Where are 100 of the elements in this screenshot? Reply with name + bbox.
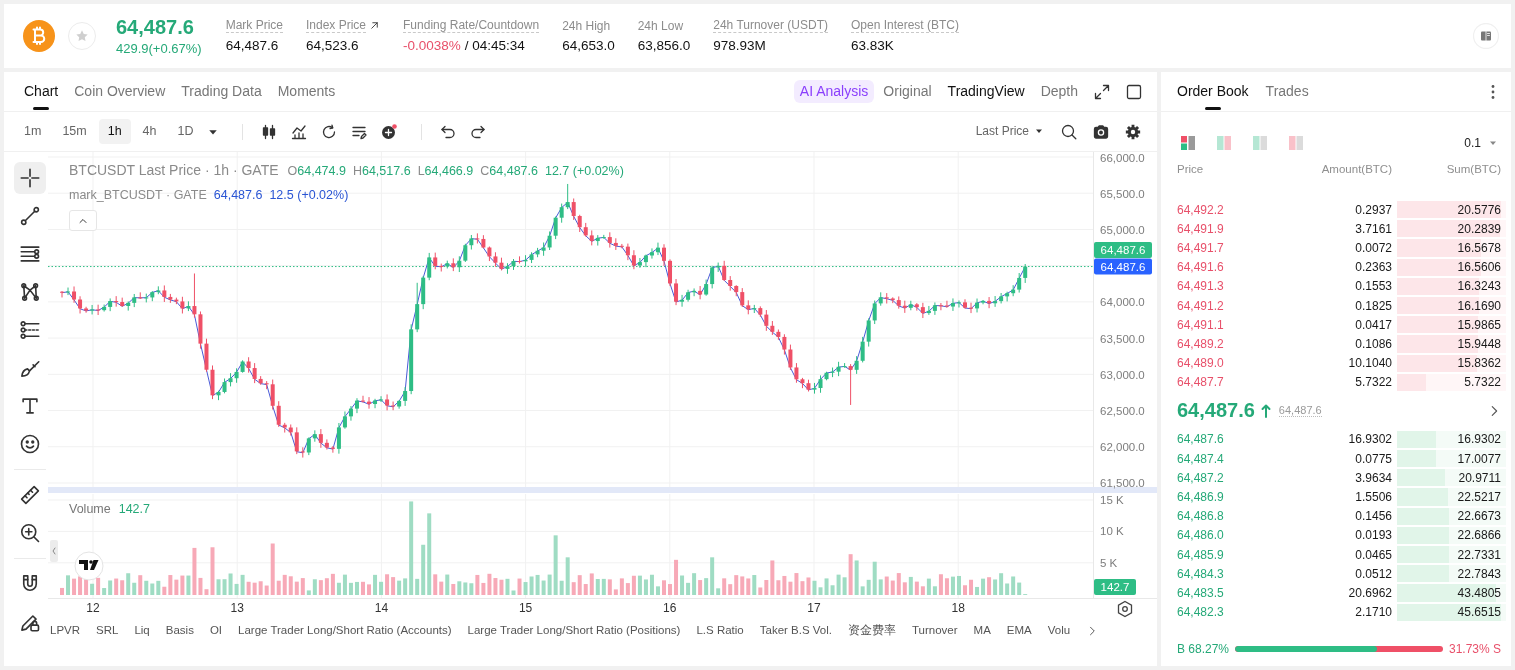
chart-view-tab[interactable]: Depth: [1040, 83, 1078, 100]
indicator-tab[interactable]: Volu: [1047, 624, 1071, 638]
order-amount: 3.9634: [1354, 470, 1392, 485]
order-price[interactable]: 64,489.0: [1177, 356, 1224, 371]
order-amount: 0.1825: [1354, 298, 1392, 313]
order-sum: 15.8362: [1457, 356, 1501, 371]
order-price[interactable]: 64,491.7: [1177, 240, 1224, 255]
order-amount: 0.0512: [1354, 566, 1392, 581]
date-axis-label: 12: [86, 601, 100, 615]
order-sum: 16.3243: [1457, 279, 1501, 294]
candlestick-icon[interactable]: [260, 123, 277, 140]
ai-analysis-button[interactable]: AI Analysis: [793, 80, 875, 103]
caret-down-icon: [1489, 139, 1497, 147]
settings-icon[interactable]: [1125, 123, 1141, 140]
smiley-icon: [20, 434, 40, 454]
order-sum: 22.6866: [1457, 528, 1501, 543]
drawing-tool-button[interactable]: [14, 162, 46, 194]
price-axis-label: 64,000.0: [1100, 296, 1145, 309]
order-price[interactable]: 64,486.0: [1177, 528, 1224, 543]
price-axis-label: 65,000.0: [1100, 223, 1145, 236]
order-sum: 16.1690: [1457, 298, 1501, 313]
chart-tab[interactable]: Moments: [277, 72, 336, 111]
volume-value: 142.7: [118, 501, 150, 517]
indicator-tab[interactable]: Turnover: [912, 624, 958, 638]
logo-icon[interactable]: [74, 551, 104, 581]
price-axis-label: 66,000.0: [1100, 152, 1145, 164]
indicator-tab[interactable]: MA: [973, 624, 991, 638]
external-link-icon[interactable]: [369, 20, 381, 31]
order-price[interactable]: 64,482.3: [1177, 605, 1224, 620]
indicator-tab[interactable]: Large Trader Long/Short Ratio (Accounts): [238, 624, 452, 638]
order-book-tab[interactable]: Trades: [1265, 72, 1309, 111]
indicator-tab[interactable]: SRL: [96, 624, 119, 638]
search-icon[interactable]: [1061, 123, 1077, 140]
settings-icon[interactable]: [1117, 600, 1133, 618]
indicator-tab[interactable]: Liq: [134, 624, 150, 638]
indicators-icon[interactable]: [290, 123, 307, 140]
order-price[interactable]: 64,483.5: [1177, 585, 1224, 600]
both-sides-layout-icon[interactable]: [1180, 135, 1196, 151]
order-price[interactable]: 64,491.3: [1177, 279, 1224, 294]
interval-button[interactable]: 4h: [133, 119, 166, 144]
interval-button[interactable]: 1D: [168, 119, 203, 144]
undo-icon[interactable]: [439, 123, 456, 140]
order-amount: 3.7161: [1354, 221, 1392, 236]
replay-icon[interactable]: [320, 123, 337, 140]
legend-title: mark_BTCUSDT · GATE: [69, 187, 207, 203]
camera-icon[interactable]: [1093, 123, 1109, 140]
order-amount: 1.5506: [1354, 490, 1392, 505]
indicator-tab[interactable]: L.S Ratio: [696, 624, 744, 638]
order-amount: 10.1040: [1347, 356, 1392, 371]
last-price: 64,487.6: [116, 16, 195, 38]
price-source-dropdown[interactable]: Last Price: [975, 124, 1043, 139]
book-icon[interactable]: [1473, 23, 1499, 49]
chart-view-tab[interactable]: TradingView: [947, 83, 1025, 100]
square-icon[interactable]: [1126, 83, 1142, 100]
stat-value: / 04:45:34: [464, 38, 525, 54]
interval-button[interactable]: 1h: [98, 119, 131, 144]
interval-button[interactable]: 1m: [15, 119, 51, 144]
indicator-tab[interactable]: 资金费率: [848, 624, 896, 638]
chart-tab[interactable]: Trading Data: [181, 72, 262, 111]
order-amount: 0.0072: [1354, 240, 1392, 255]
order-sum: 22.7331: [1457, 547, 1501, 562]
indicator-tab[interactable]: EMA: [1006, 624, 1032, 638]
order-price[interactable]: 64,489.2: [1177, 336, 1224, 351]
add-icon[interactable]: [380, 123, 397, 140]
indicator-tab[interactable]: OI: [209, 624, 223, 638]
expand-icon[interactable]: [1094, 83, 1110, 100]
indicator-tab[interactable]: Taker B.S Vol.: [759, 624, 832, 638]
order-price[interactable]: 64,491.9: [1177, 221, 1224, 236]
chart-tab[interactable]: Chart: [24, 72, 59, 111]
order-price[interactable]: 64,491.1: [1177, 317, 1224, 332]
order-price[interactable]: 64,484.3: [1177, 566, 1224, 581]
redo-icon[interactable]: [469, 123, 486, 140]
order-price[interactable]: 64,487.6: [1177, 432, 1224, 447]
indicator-tab[interactable]: Basis: [165, 624, 194, 638]
order-price[interactable]: 64,485.9: [1177, 547, 1224, 562]
chart-tab[interactable]: Coin Overview: [74, 72, 166, 111]
order-price[interactable]: 64,487.2: [1177, 470, 1224, 485]
order-amount: 0.0193: [1354, 528, 1392, 543]
order-amount: 0.2363: [1354, 260, 1392, 275]
order-price[interactable]: 64,487.7: [1177, 375, 1224, 390]
order-price[interactable]: 64,487.4: [1177, 451, 1224, 466]
indicator-tab[interactable]: Large Trader Long/Short Ratio (Positions): [467, 624, 681, 638]
ohlc-value: L64,466.9: [417, 163, 474, 179]
order-price[interactable]: 64,491.6: [1177, 260, 1224, 275]
order-price[interactable]: 64,492.2: [1177, 202, 1224, 217]
sell-ratio-label: 31.73% S: [1448, 641, 1501, 656]
ruler-icon: [20, 485, 40, 505]
order-price[interactable]: 64,486.9: [1177, 490, 1224, 505]
interval-button[interactable]: 15m: [53, 119, 96, 144]
volume-tag: 142.7: [1094, 579, 1136, 595]
order-price[interactable]: 64,491.2: [1177, 298, 1224, 313]
legend-change: 12.7 (+0.02%): [544, 163, 624, 179]
indicator-tab[interactable]: LPVR: [50, 624, 81, 638]
order-price[interactable]: 64,486.8: [1177, 509, 1224, 524]
order-amount: 0.1553: [1354, 279, 1392, 294]
order-book-tab[interactable]: Order Book: [1177, 72, 1249, 111]
stat-value: 978.93M: [713, 38, 766, 54]
precision-dropdown[interactable]: 0.1: [1464, 135, 1497, 151]
chart-view-tab[interactable]: Original: [883, 83, 932, 100]
price-axis-label: 62,500.0: [1100, 405, 1145, 418]
